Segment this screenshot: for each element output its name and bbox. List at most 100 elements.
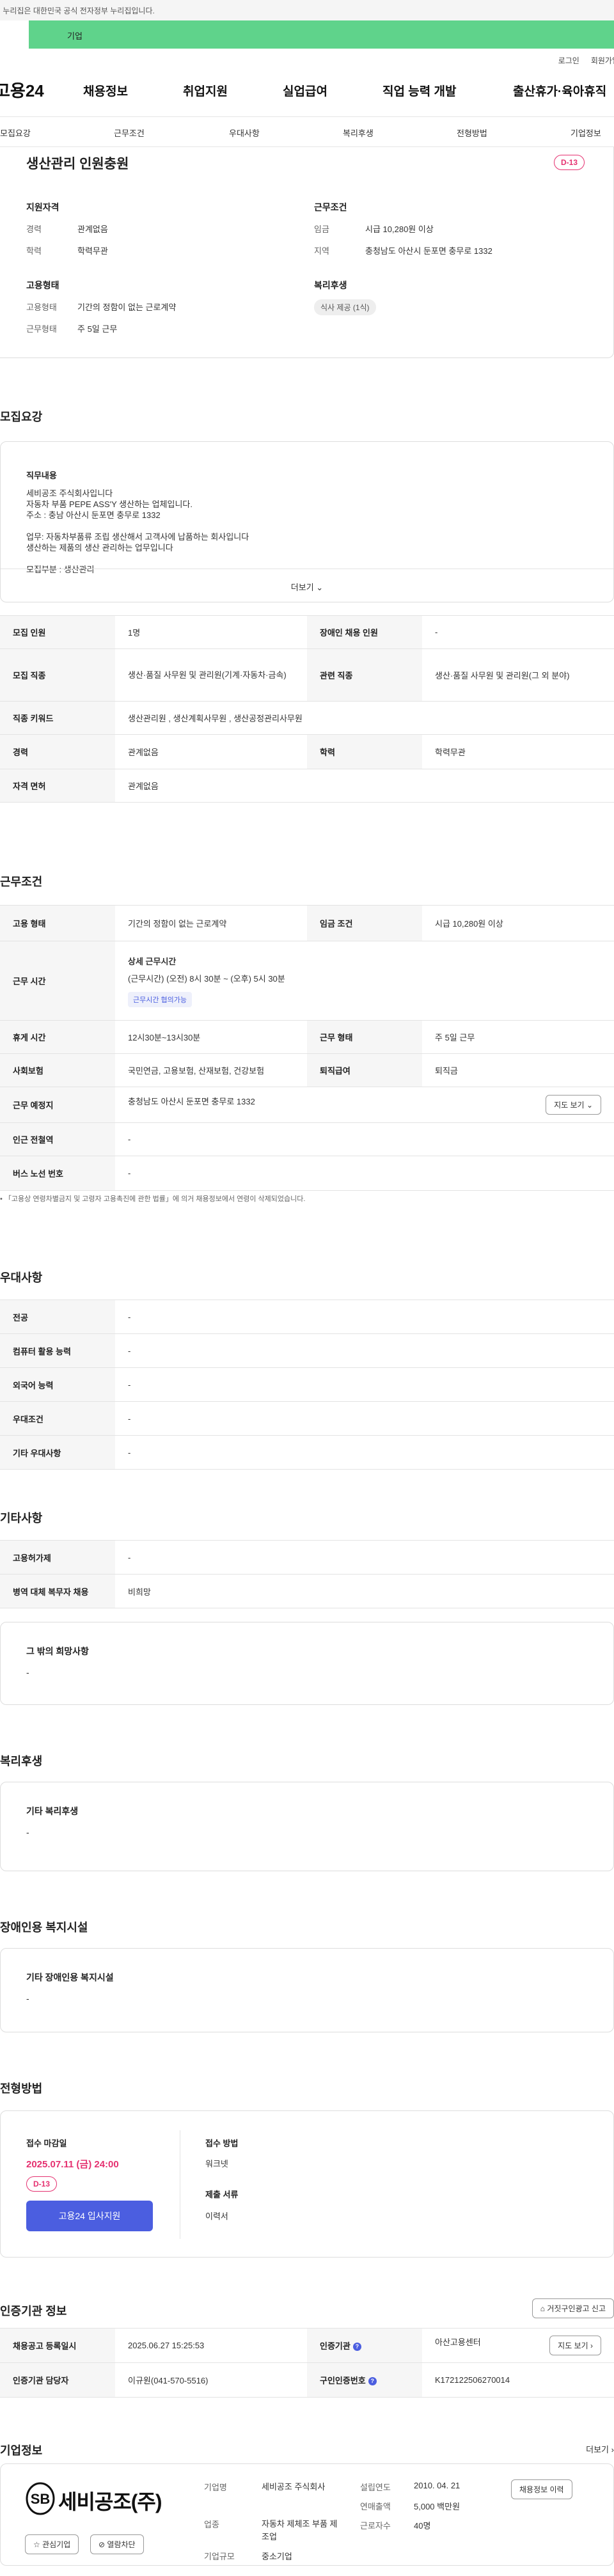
org-label: 인증기관? <box>307 2328 422 2363</box>
help-icon[interactable]: ? <box>352 2343 361 2351</box>
duty-heading: 직무내용 <box>26 471 57 480</box>
lower-sections: 우대사항 전공 - 컴퓨터 활용 능력 - 외국어 능력 - 우대조건 - 기타 우대사… <box>0 1253 614 1919</box>
block-button[interactable]: ⊘ 열람차단 <box>90 2534 144 2554</box>
hope-box: 그 밖의 희망사항 - <box>0 1622 614 1705</box>
pref-title: 우대사항 <box>0 1271 43 1284</box>
cert-map-button[interactable]: 지도 보기 › <box>549 2336 601 2355</box>
related-job-value: 생산·품질 사무원 및 관리원(그 외 분야) <box>422 648 614 702</box>
login-link[interactable]: 로그인 <box>558 55 579 69</box>
job-title: 생산관리 인원충원 <box>26 157 129 171</box>
pref-table: 전공 - 컴퓨터 활용 능력 - 외국어 능력 - 우대조건 - 기타 우대사항 - <box>0 1300 614 1470</box>
tab-company[interactable]: 기업 <box>29 20 614 49</box>
more-button[interactable]: 더보기 ⌄ <box>1 569 613 603</box>
pref-label: 컴퓨터 활용 능력 <box>0 1333 115 1368</box>
fav-button[interactable]: ☆ 관심기업 <box>25 2534 79 2554</box>
method-value: 워크넷 <box>205 2159 228 2169</box>
recruit-title: 모집요강 <box>0 411 43 423</box>
tab-welfare[interactable]: 복리후생 <box>343 127 374 139</box>
hours-label: 근무 시간 <box>0 941 115 1021</box>
welfare-box-value: - <box>26 1827 29 1837</box>
duty-line-blank <box>26 521 249 531</box>
duty-content: 세비공조 주식회사입니다 자동차 부품 PEPE ASS'Y 생산하는 업체입니… <box>26 488 249 575</box>
table-row: 고용허가제 - <box>0 1540 614 1575</box>
report-button[interactable]: ⌂ 거짓구인광고 신고 <box>531 2298 614 2318</box>
name-label: 기업명 <box>204 2483 227 2492</box>
hours-cell: 상세 근무시간 (근무시간) (오전) 8시 30분 ~ (오후) 5시 30분… <box>115 941 614 1021</box>
map-button[interactable]: 지도 보기 ⌄ <box>546 1095 601 1115</box>
tab-conditions[interactable]: 근무조건 <box>114 127 145 139</box>
duty-line: 자동차 부품 PEPE ASS'Y 생산하는 업체입니다. <box>26 499 193 509</box>
help-icon[interactable]: ? <box>368 2377 377 2385</box>
count-label: 모집 인원 <box>0 615 115 649</box>
work-title: 근무조건 <box>0 876 43 888</box>
bottom-sections: 장애인용 복지시설 기타 장애인용 복지시설 - 전형방법 접수 마감일 202… <box>0 1919 614 2571</box>
job-value: 생산·품질 사무원 및 관리원(기계·자동차·금속) <box>115 648 307 702</box>
company-logo-text: 세비공조(주) <box>58 2490 162 2513</box>
subway-value: - <box>115 1122 614 1156</box>
retirement-value: 퇴직금 <box>422 1053 614 1087</box>
tab-person[interactable]: 개인 <box>0 20 29 49</box>
hours-value: (근무시간) (오전) 8시 30분 ~ (오후) 5시 30분 <box>128 973 285 984</box>
apply-button[interactable]: 고용24 입사지원 <box>26 2201 153 2231</box>
more-label: 더보기 <box>290 583 314 592</box>
detail-tabs: 모집요강 근무조건 우대사항 복리후생 전형방법 기업정보 <box>0 116 614 147</box>
tab-recruit[interactable]: 모집요강 <box>0 127 31 139</box>
process-title: 전형방법 <box>0 2082 43 2095</box>
industry-label: 업종 <box>204 2520 219 2529</box>
subway-label: 인근 전철역 <box>0 1122 115 1156</box>
insurance-label: 사회보험 <box>0 1053 115 1087</box>
menu-employment-support[interactable]: 취업지원 <box>183 82 228 99</box>
table-row: 외국어 능력 - <box>0 1367 614 1402</box>
tab-preference[interactable]: 우대사항 <box>229 127 260 139</box>
mgr-label: 인증기관 담당자 <box>0 2362 115 2398</box>
method-heading: 접수 방법 <box>205 2139 239 2148</box>
table-row: 사회보험 국민연금, 고용보험, 산재보험, 건강보험 퇴직급여 퇴직금 <box>0 1053 614 1087</box>
gov-banner: 이 누리집은 대한민국 공식 전자정부 누리집입니다. <box>0 0 614 20</box>
place-value: 충청남도 아산시 둔포면 충무로 1332 <box>128 1097 255 1106</box>
tab-company[interactable]: 기업정보 <box>571 127 601 139</box>
keyword-label: 직종 키워드 <box>0 701 115 735</box>
retirement-label: 퇴직급여 <box>307 1053 422 1087</box>
table-row: 모집 직종 생산·품질 사무원 및 관리원(기계·자동차·금속) 관련 직종 생… <box>0 648 614 702</box>
sales-label: 연매출액 <box>360 2502 391 2511</box>
emptype-label: 고용형태 <box>26 302 57 312</box>
signup-link[interactable]: 회원가입 <box>591 55 614 69</box>
menu-parental-leave[interactable]: 출산휴가·육아휴직 <box>513 82 606 99</box>
menu-vocational-training[interactable]: 직업 능력 개발 <box>382 82 456 99</box>
recruit-section: 모집요강 직무내용 세비공조 주식회사입니다 자동차 부품 PEPE ASS'Y… <box>0 358 614 1253</box>
table-row: 모집 인원 1명 장애인 채용 인원 - <box>0 615 614 649</box>
table-row: 컴퓨터 활용 능력 - <box>0 1333 614 1368</box>
age-notice: • 「고용상 연령차별금지 및 고령자 고용촉진에 관한 법률」에 의거 채용정… <box>0 1195 306 1203</box>
disab-value: - <box>26 1993 29 2004</box>
jobs-history-button[interactable]: 채용정보 이력 <box>511 2479 572 2499</box>
break-label: 휴게 시간 <box>0 1020 115 1054</box>
break-value: 12시30분~13시30분 <box>115 1020 307 1054</box>
site-logo[interactable]: 고용24 <box>0 78 44 102</box>
menu-jobs[interactable]: 채용정보 <box>83 82 128 99</box>
wage-label: 임금 <box>314 224 329 234</box>
duty-card: 직무내용 세비공조 주식회사입니다 자동차 부품 PEPE ASS'Y 생산하는… <box>0 441 614 602</box>
svg-text:SB: SB <box>31 2491 51 2507</box>
menu-unemployment-benefit[interactable]: 실업급여 <box>283 82 327 99</box>
company-more-link[interactable]: 더보기 › <box>586 2443 614 2455</box>
disabled-value: - <box>422 615 614 649</box>
duty-line: 생산하는 제품의 생산 관리하는 업무입니다 <box>26 543 173 553</box>
job-summary-card: 생산관리 인원충원 D-13 지원자격 경력 관계없음 학력 학력무관 근무조건… <box>0 147 614 358</box>
table-row: 기타 우대사항 - <box>0 1435 614 1470</box>
disab-title: 장애인용 복지시설 <box>0 1921 88 1934</box>
table-row: 병역 대체 복무자 채용 비희망 <box>0 1574 614 1608</box>
user-type-tabs: 개인 기업 <box>0 20 614 49</box>
hours-negotiable-badge: 근무시간 협의가능 <box>128 991 193 1007</box>
tab-process[interactable]: 전형방법 <box>457 127 487 139</box>
table-row: 우대조건 - <box>0 1401 614 1436</box>
wage-cond-value: 시급 10,280원 이상 <box>422 905 614 941</box>
pref-label: 우대조건 <box>0 1401 115 1436</box>
place-cell: 충청남도 아산시 둔포면 충무로 1332 지도 보기 ⌄ <box>115 1087 614 1123</box>
table-row: 경력 관계없음 학력 학력무관 <box>0 734 614 769</box>
disab-heading: 기타 장애인용 복지시설 <box>26 1972 114 1983</box>
global-nav: 고용24 채용정보 취업지원 실업급여 직업 능력 개발 출산휴가·육아휴직 <box>0 69 614 107</box>
recruit-table: 모집 인원 1명 장애인 채용 인원 - 모집 직종 생산·품질 사무원 및 관… <box>0 615 614 803</box>
wage-value: 시급 10,280원 이상 <box>365 224 434 234</box>
cert-label: 자격 면허 <box>0 769 115 803</box>
process-dday-badge: D-13 <box>26 2176 58 2192</box>
